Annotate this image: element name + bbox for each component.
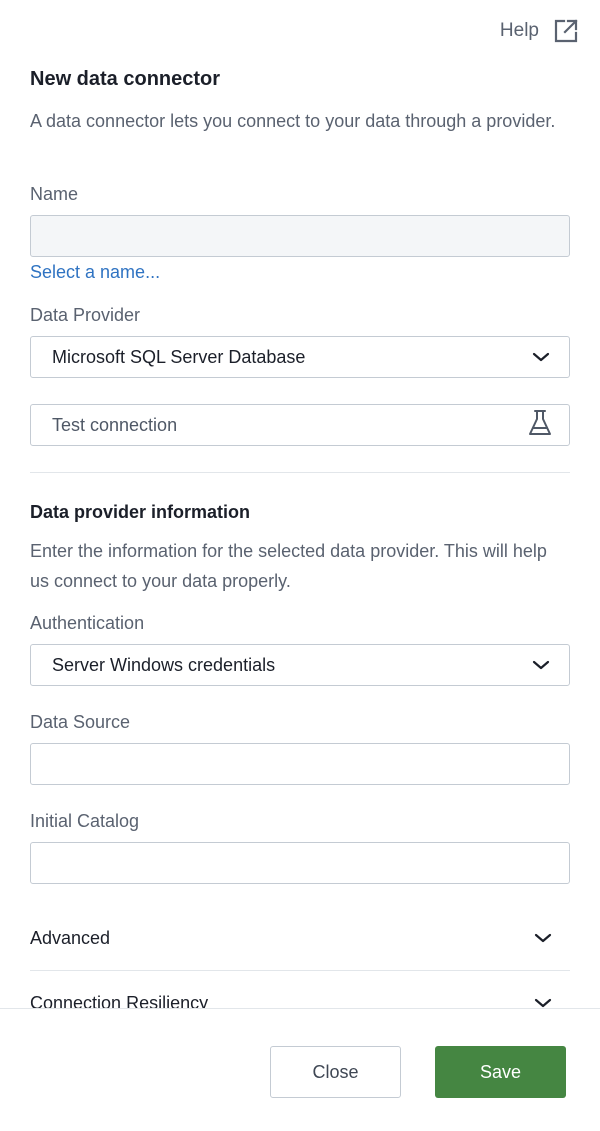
initial-catalog-label: Initial Catalog — [30, 811, 140, 831]
section-divider — [30, 472, 570, 473]
data-connector-panel: Help New data connector A data connector… — [0, 0, 600, 1131]
chevron-down-icon — [534, 993, 552, 1009]
connection-resiliency-accordion-label: Connection Resiliency — [30, 992, 209, 1009]
advanced-accordion[interactable]: Advanced — [30, 913, 570, 963]
authentication-label: Authentication — [30, 613, 145, 633]
help-link[interactable]: Help — [500, 18, 579, 44]
flask-icon — [528, 409, 552, 442]
page-description: A data connector lets you connect to you… — [30, 111, 556, 131]
external-link-icon — [553, 18, 579, 44]
provider-info-title: Data provider information — [30, 502, 251, 522]
initial-catalog-input[interactable] — [30, 842, 570, 884]
name-label: Name — [30, 184, 79, 204]
close-button[interactable]: Close — [270, 1046, 401, 1098]
advanced-accordion-label: Advanced — [30, 927, 111, 948]
footer-bar: Close Save — [0, 1008, 600, 1131]
accordion-divider — [30, 970, 570, 971]
chevron-down-icon — [534, 928, 552, 949]
help-label: Help — [499, 20, 539, 41]
data-source-label: Data Source — [30, 712, 131, 732]
data-source-input[interactable] — [30, 743, 570, 785]
chevron-down-icon — [532, 347, 550, 368]
save-button[interactable]: Save — [435, 1046, 566, 1098]
data-provider-select[interactable]: Microsoft SQL Server Database — [30, 336, 570, 378]
test-connection-label: Test connection — [52, 414, 178, 435]
chevron-down-icon — [532, 655, 550, 676]
data-provider-label: Data Provider — [30, 305, 141, 325]
connection-resiliency-accordion[interactable]: Connection Resiliency — [30, 978, 570, 1008]
provider-info-description: Enter the information for the selected d… — [30, 541, 547, 591]
page-title: New data connector — [30, 68, 221, 90]
select-name-link[interactable]: Select a name... — [30, 262, 160, 283]
data-provider-value: Microsoft SQL Server Database — [52, 346, 306, 367]
authentication-value: Server Windows credentials — [52, 654, 276, 675]
form-scroll-area[interactable]: Help New data connector A data connector… — [0, 0, 600, 1008]
authentication-select[interactable]: Server Windows credentials — [30, 644, 570, 686]
name-input[interactable] — [30, 215, 570, 257]
test-connection-button[interactable]: Test connection — [30, 404, 570, 446]
